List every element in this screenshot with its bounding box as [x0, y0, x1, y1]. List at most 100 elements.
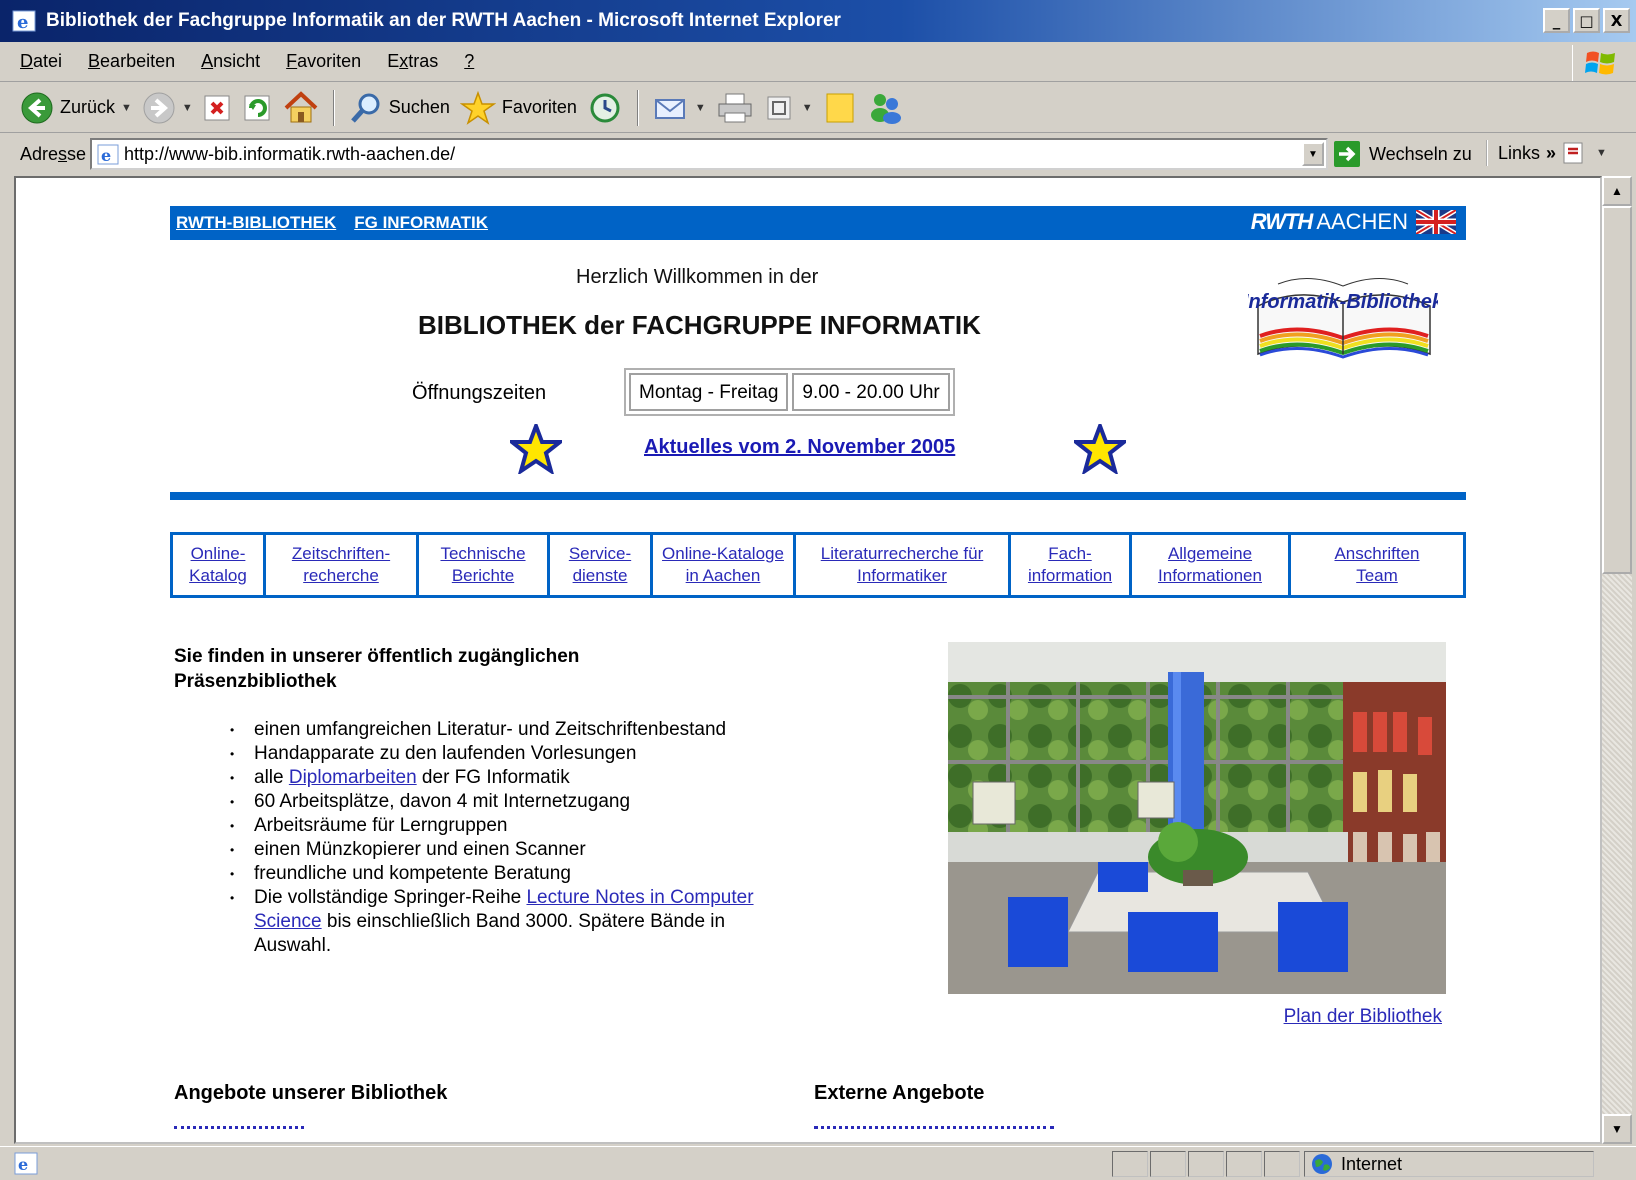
menu-technische-berichte[interactable]: Technische Berichte — [419, 535, 547, 595]
refresh-icon[interactable] — [243, 93, 273, 123]
search-button[interactable]: Suchen — [349, 87, 450, 129]
maximize-button[interactable]: □ — [1573, 8, 1600, 33]
go-button[interactable]: Wechseln zu — [1333, 140, 1472, 168]
mail-dropdown-icon[interactable]: ▼ — [695, 102, 706, 114]
clipped-link[interactable] — [174, 1126, 304, 1134]
clipped-link[interactable] — [814, 1126, 1054, 1134]
menu-online-kataloge-aachen[interactable]: Online-Kataloge in Aachen — [653, 535, 793, 595]
scroll-up-icon[interactable]: ▲ — [1602, 176, 1632, 206]
opening-days: Montag - Freitag — [629, 373, 789, 411]
opening-time: 9.00 - 20.00 Uhr — [792, 373, 950, 411]
forward-dropdown-icon[interactable]: ▼ — [182, 102, 193, 114]
menu-favoriten[interactable]: Favoriten — [286, 51, 361, 72]
forward-button[interactable]: ▼ — [142, 87, 193, 129]
star-icon — [1074, 424, 1126, 474]
menu-allgemeine-informationen[interactable]: Allgemeine Informationen — [1132, 535, 1288, 595]
intro-text: Sie finden in unserer öffentlich zugängl… — [174, 646, 580, 692]
list-item: einen Münzkopierer und einen Scanner — [230, 838, 790, 862]
address-input[interactable]: e http://www-bib.informatik.rwth-aachen.… — [90, 138, 1328, 170]
menu-bearbeiten[interactable]: Bearbeiten — [88, 51, 175, 72]
svg-text:e: e — [101, 146, 111, 165]
menu-literaturrecherche[interactable]: Literaturrecherche für Informatiker — [796, 535, 1008, 595]
menu-anschriften-team[interactable]: Anschriften Team — [1291, 535, 1463, 595]
toolbar-separator — [332, 89, 335, 126]
news-link[interactable]: Aktuelles vom 2. November 2005 — [644, 436, 955, 459]
home-icon[interactable] — [283, 90, 319, 125]
plan-link[interactable]: Plan der Bibliothek — [1284, 1006, 1442, 1028]
forward-arrow-icon — [143, 92, 175, 123]
security-zone: Internet — [1304, 1151, 1594, 1177]
menu-servicedienste[interactable]: Service- dienste — [550, 535, 650, 595]
informatik-bibliothek-logo: Informatik-Bibliothek — [1248, 277, 1438, 359]
list-item: alle Diplomarbeiten der FG Informatik — [230, 766, 790, 790]
history-icon[interactable] — [587, 91, 623, 125]
main-menu: Online- Katalog Zeitschriften- recherche… — [170, 532, 1466, 598]
diplomarbeiten-link[interactable]: Diplomarbeiten — [289, 767, 417, 788]
window-title: Bibliothek der Fachgruppe Informatik an … — [46, 10, 841, 31]
address-label: Adresse — [20, 143, 87, 164]
chevron-right-icon: » — [1546, 142, 1557, 163]
go-arrow-icon — [1334, 141, 1360, 167]
uk-flag-icon[interactable] — [1416, 210, 1456, 234]
window-titlebar: e Bibliothek der Fachgruppe Informatik a… — [0, 0, 1636, 42]
back-button[interactable]: Zurück ▼ — [20, 87, 132, 129]
minimize-button[interactable]: _ — [1543, 8, 1570, 33]
status-panel — [1150, 1151, 1186, 1177]
globe-icon — [1312, 1154, 1332, 1174]
extension-dropdown-icon[interactable]: ▼ — [1596, 147, 1607, 159]
edit-icon — [767, 96, 791, 119]
list-item: Arbeitsräume für Lerngruppen — [230, 814, 790, 838]
search-icon — [350, 93, 380, 123]
menu-ansicht[interactable]: Ansicht — [201, 51, 260, 72]
star-icon — [510, 424, 562, 474]
rwth-logo[interactable]: RWTH AACHEN — [1251, 209, 1456, 235]
toolbar-extension-icon[interactable] — [1562, 140, 1590, 166]
mail-button[interactable]: ▼ — [653, 87, 706, 129]
status-panel — [1188, 1151, 1224, 1177]
back-arrow-icon — [21, 92, 53, 123]
list-item: Die vollständige Springer-Reihe Lecture … — [230, 886, 790, 958]
links-button[interactable]: Links » ▼ — [1486, 140, 1607, 166]
status-panel — [1264, 1151, 1300, 1177]
back-label: Zurück — [60, 97, 116, 117]
toolbar: Zurück ▼ ▼ Suchen Favoriten ▼ ▼ — [0, 83, 1636, 133]
menubar: Datei Bearbeiten Ansicht Favoriten Extra… — [0, 42, 1636, 82]
ie-icon: e — [12, 10, 36, 33]
print-icon[interactable] — [716, 91, 754, 125]
messenger-icon[interactable] — [867, 91, 905, 125]
page-title: BIBLIOTHEK der FACHGRUPPE INFORMATIK — [418, 310, 981, 340]
menu-help[interactable]: ? — [464, 51, 474, 72]
page-icon: e — [97, 144, 119, 165]
go-label: Wechseln zu — [1369, 143, 1472, 164]
menu-online-katalog[interactable]: Online- Katalog — [173, 535, 263, 595]
menu-datei[interactable]: Datei — [20, 51, 62, 72]
address-dropdown-icon[interactable]: ▼ — [1302, 142, 1324, 166]
status-panel — [1112, 1151, 1148, 1177]
menu-fachinformation[interactable]: Fach- information — [1011, 535, 1129, 595]
section-heading-external: Externe Angebote — [814, 1082, 985, 1104]
favorites-button[interactable]: Favoriten — [459, 87, 577, 129]
rwth-bibliothek-link[interactable]: RWTH-BIBLIOTHEK — [176, 213, 336, 233]
links-label: Links — [1498, 142, 1541, 163]
library-photo — [948, 642, 1446, 994]
scroll-down-icon[interactable]: ▼ — [1602, 1114, 1632, 1144]
opening-hours-table: Montag - Freitag 9.00 - 20.00 Uhr — [624, 368, 955, 416]
top-navigation: RWTH-BIBLIOTHEK FG INFORMATIK RWTH AACHE… — [170, 206, 1466, 240]
svg-text:e: e — [17, 12, 28, 33]
menu-extras[interactable]: Extras — [387, 51, 438, 72]
close-button[interactable]: X — [1603, 8, 1630, 33]
back-dropdown-icon[interactable]: ▼ — [121, 102, 132, 114]
scroll-thumb[interactable] — [1602, 206, 1632, 574]
status-bar: e Internet — [0, 1146, 1636, 1180]
fg-informatik-link[interactable]: FG INFORMATIK — [354, 213, 488, 233]
edit-dropdown-icon[interactable]: ▼ — [802, 102, 813, 114]
list-item: 60 Arbeitsplätze, davon 4 mit Internetzu… — [230, 790, 790, 814]
stop-icon[interactable] — [203, 93, 233, 123]
discuss-icon[interactable] — [823, 91, 857, 125]
edit-button[interactable]: ▼ — [764, 87, 813, 129]
menu-zeitschriftenrecherche[interactable]: Zeitschriften- recherche — [266, 535, 416, 595]
page-status-icon: e — [14, 1152, 38, 1175]
rwth-logo-text: AACHEN — [1316, 209, 1408, 234]
vertical-scrollbar[interactable]: ▲ ▼ — [1602, 176, 1632, 1144]
list-item: einen umfangreichen Literatur- und Zeits… — [230, 718, 790, 742]
